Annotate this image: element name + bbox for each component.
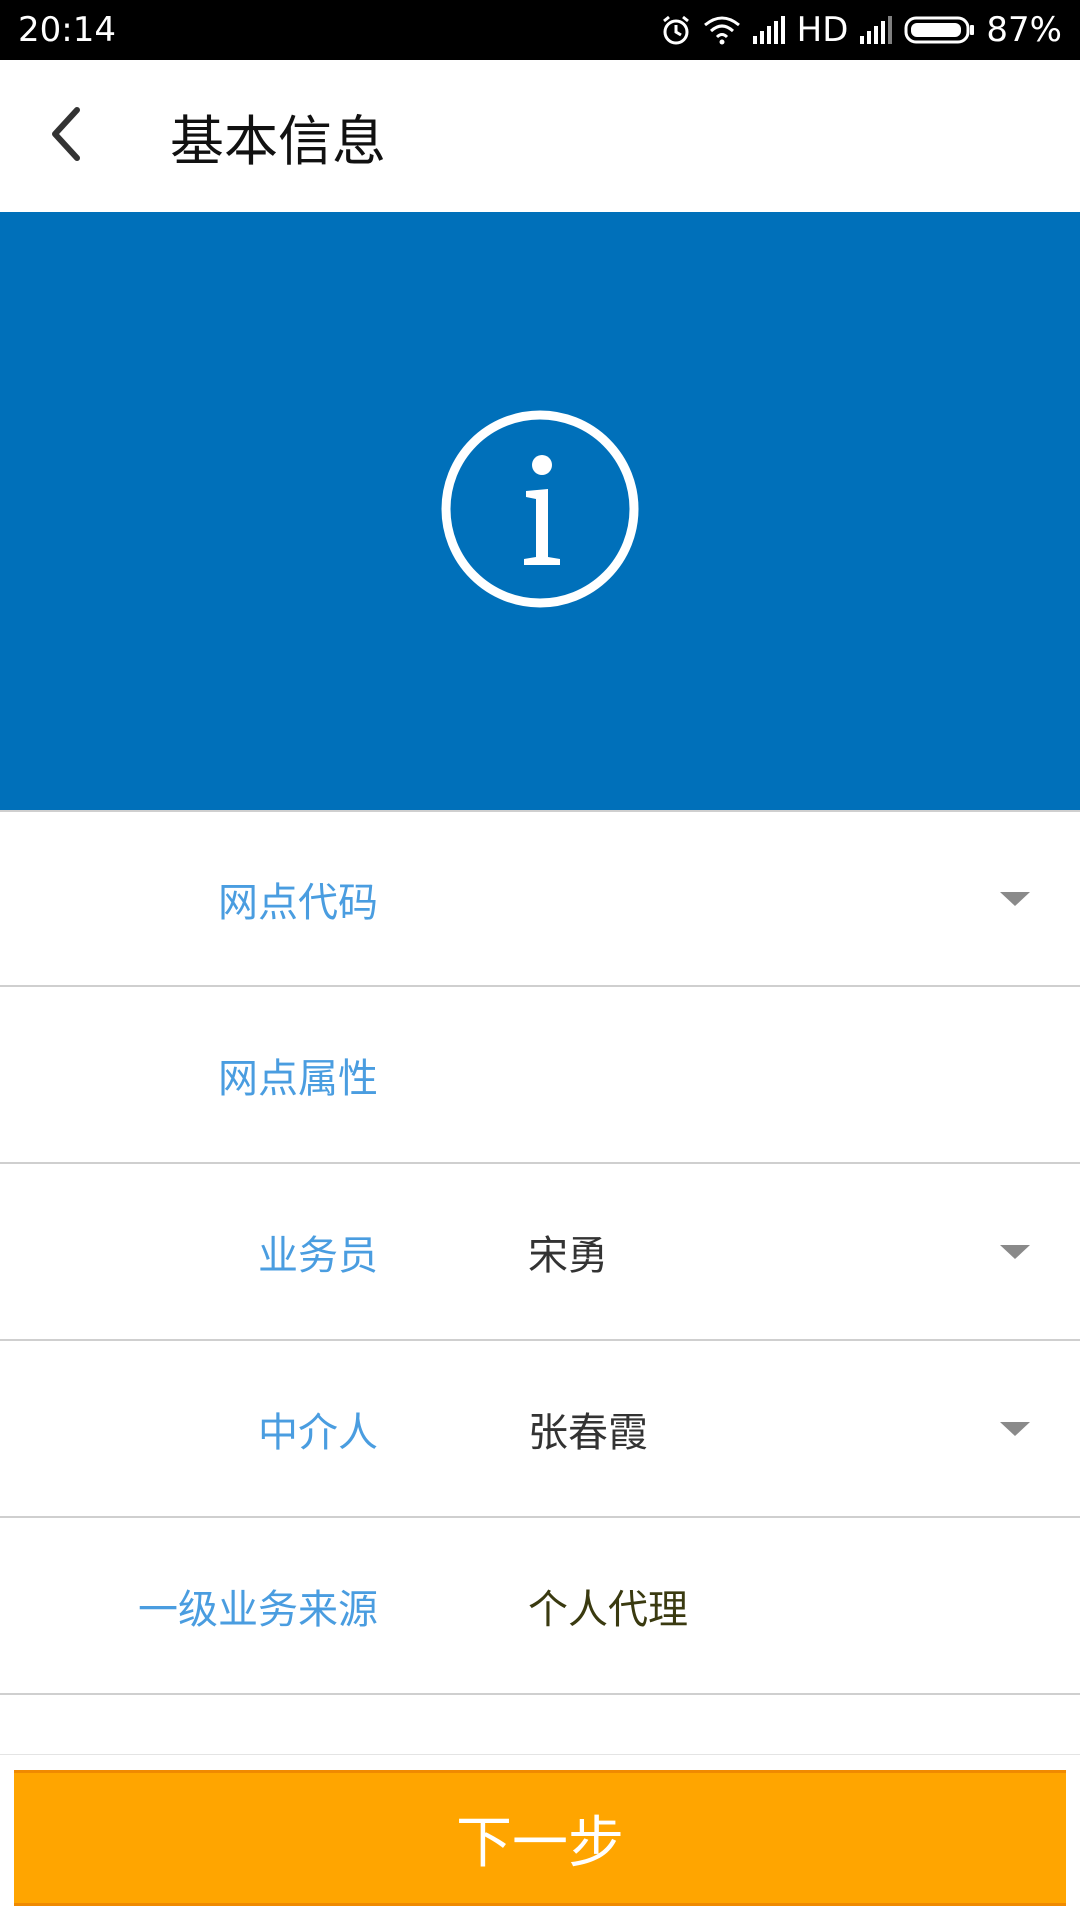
list-item <box>0 1695 1080 1755</box>
intermediary-row[interactable]: 中介人 张春霞 <box>0 1341 1080 1518</box>
wifi-icon <box>703 15 741 45</box>
field-value: 宋勇 <box>528 1232 608 1279</box>
info-banner <box>0 212 1080 810</box>
basic-info-form: 网点代码 网点属性 业务员 宋勇 中介人 张春霞 一级业务来源 个人代理 <box>0 810 1080 1755</box>
chevron-left-icon <box>45 104 85 168</box>
field-label: 网点属性 <box>218 1055 378 1102</box>
back-button[interactable] <box>0 60 130 212</box>
field-label: 业务员 <box>258 1232 378 1279</box>
field-label: 中介人 <box>258 1409 378 1456</box>
dropdown-arrow-icon[interactable] <box>1000 891 1030 906</box>
battery-icon <box>904 15 976 45</box>
business-source-row: 一级业务来源 个人代理 <box>0 1518 1080 1695</box>
info-icon <box>440 409 640 613</box>
status-icons: HD 87% <box>659 10 1062 50</box>
field-label: 一级业务来源 <box>138 1586 378 1633</box>
branch-code-row[interactable]: 网点代码 <box>0 810 1080 987</box>
signal-icon <box>858 16 894 44</box>
signal-icon <box>751 16 787 44</box>
salesperson-row[interactable]: 业务员 宋勇 <box>0 1164 1080 1341</box>
field-value: 个人代理 <box>528 1586 688 1633</box>
dropdown-arrow-icon[interactable] <box>1000 1244 1030 1259</box>
status-time: 20:14 <box>18 10 116 50</box>
app-bar: 基本信息 <box>0 60 1080 212</box>
network-type: HD <box>796 10 849 50</box>
branch-attribute-row: 网点属性 <box>0 987 1080 1164</box>
status-bar: 20:14 HD 87% <box>0 0 1080 60</box>
next-step-button[interactable]: 下一步 <box>14 1770 1066 1906</box>
alarm-icon <box>659 13 693 47</box>
field-value: 张春霞 <box>528 1409 648 1456</box>
battery-percent: 87% <box>986 10 1062 50</box>
page-title: 基本信息 <box>170 109 386 173</box>
field-label: 网点代码 <box>218 879 378 926</box>
dropdown-arrow-icon[interactable] <box>1000 1421 1030 1436</box>
